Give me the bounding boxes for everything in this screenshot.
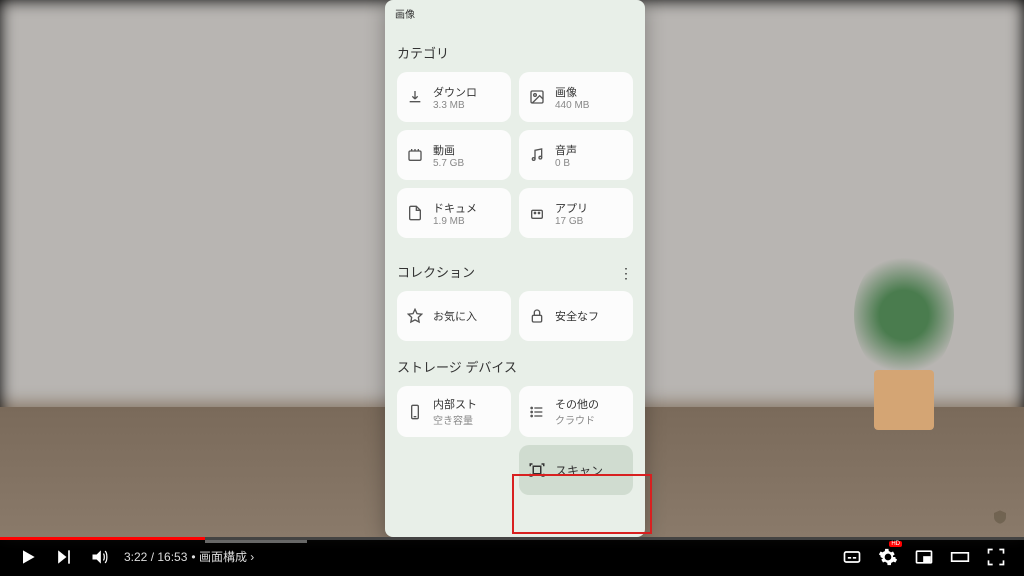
video-icon (405, 145, 425, 165)
plant-decoration (844, 250, 964, 430)
phone-icon (405, 402, 425, 422)
apps-icon (527, 203, 547, 223)
fullscreen-button[interactable] (978, 539, 1014, 575)
lock-icon (527, 306, 547, 326)
tile-download[interactable]: ダウンロ3.3 MB (397, 72, 511, 122)
collection-tiles: お気に入 安全なフ (397, 291, 633, 341)
list-icon (527, 402, 547, 422)
play-button[interactable] (10, 539, 46, 575)
star-icon (405, 306, 425, 326)
tile-scan[interactable]: スキャン (519, 445, 633, 495)
category-heading: カテゴリ (397, 43, 633, 62)
youtube-player-bar: 3:22 / 16:53 • 画面構成 › HD (0, 537, 1024, 576)
image-icon (527, 87, 547, 107)
storage-tiles: 内部スト空き容量 その他のクラウド スキャン (397, 386, 633, 495)
tile-favorites[interactable]: お気に入 (397, 291, 511, 341)
progress-played (0, 537, 205, 540)
tile-audio[interactable]: 音声0 B (519, 130, 633, 180)
theater-button[interactable] (942, 539, 978, 575)
storage-heading: ストレージ デバイス (397, 357, 633, 376)
channel-watermark (992, 508, 1008, 526)
scan-icon (527, 460, 547, 480)
phone-app-header: 画像 (385, 0, 645, 27)
progress-loaded (205, 540, 307, 543)
category-tiles: ダウンロ3.3 MB 画像440 MB 動画5.7 GB 音声0 B ドキュメ1… (397, 72, 633, 238)
download-icon (405, 87, 425, 107)
tile-apps[interactable]: アプリ17 GB (519, 188, 633, 238)
time-display: 3:22 / 16:53 (124, 550, 187, 564)
tile-video[interactable]: 動画5.7 GB (397, 130, 511, 180)
miniplayer-button[interactable] (906, 539, 942, 575)
volume-button[interactable] (82, 539, 118, 575)
more-menu-icon[interactable]: ⋮ (619, 266, 633, 280)
tile-other-storage[interactable]: その他のクラウド (519, 386, 633, 437)
tile-documents[interactable]: ドキュメ1.9 MB (397, 188, 511, 238)
settings-button[interactable]: HD (870, 539, 906, 575)
collection-heading: コレクション (397, 262, 475, 281)
tile-images[interactable]: 画像440 MB (519, 72, 633, 122)
next-button[interactable] (46, 539, 82, 575)
chapter-name[interactable]: • 画面構成 › (191, 548, 254, 565)
phone-screenshot: 画像 カテゴリ ダウンロ3.3 MB 画像440 MB 動画5.7 GB 音声0… (385, 0, 645, 537)
audio-icon (527, 145, 547, 165)
tile-internal-storage[interactable]: 内部スト空き容量 (397, 386, 511, 437)
tile-safe-folder[interactable]: 安全なフ (519, 291, 633, 341)
document-icon (405, 203, 425, 223)
subtitles-button[interactable] (834, 539, 870, 575)
